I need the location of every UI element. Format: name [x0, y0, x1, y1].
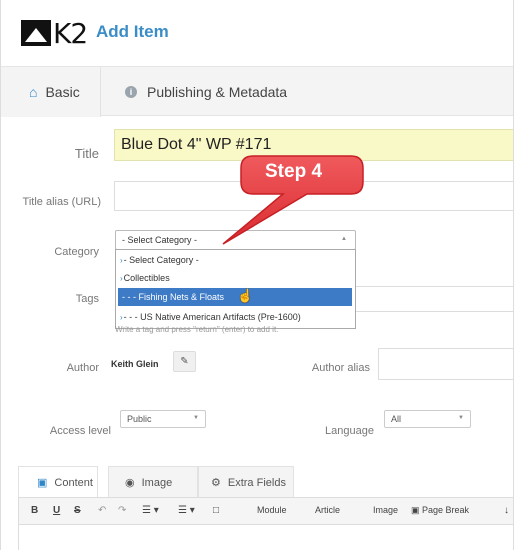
language-label: Language — [325, 425, 374, 437]
paste-icon[interactable]: □ — [213, 505, 219, 516]
k2-logo-icon — [21, 20, 51, 46]
tab-basic-label: Basic — [45, 84, 80, 100]
access-level-value: Public — [127, 414, 152, 424]
tags-label: Tags — [75, 293, 99, 305]
author-name: Keith Glein — [111, 359, 159, 369]
home-icon: ⌂ — [29, 84, 38, 100]
tab-extra-fields[interactable]: ⚙ Extra Fields — [198, 466, 294, 498]
info-icon: i — [125, 86, 137, 98]
page-title: Add Item — [96, 22, 169, 41]
editor-toolbar: B U S ↶ ↷ ☰ ▾ ☰ ▾ □ Module Article Image… — [18, 497, 513, 525]
alias-label: Title alias (URL) — [22, 196, 101, 208]
language-value: All — [391, 414, 402, 424]
tab-bar: ⌂ Basic i Publishing & Metadata — [1, 66, 513, 117]
tab-publishing-metadata[interactable]: i Publishing & Metadata — [119, 67, 287, 117]
tab-content[interactable]: ▣ Content — [18, 466, 98, 498]
category-option-highlighted[interactable]: - - - Fishing Nets & Floats — [118, 288, 352, 306]
tab-extra-fields-label: Extra Fields — [227, 476, 286, 489]
chevron-right-icon: › — [120, 256, 123, 265]
option-label: - Select Category - — [123, 255, 199, 265]
k2-logo: K2 — [21, 16, 88, 50]
bullet-list-icon[interactable]: ☰ ▾ — [142, 505, 159, 516]
logo-text: K2 — [53, 16, 88, 50]
access-level-label: Access level — [49, 425, 111, 437]
page-break-icon: ▣ — [411, 505, 420, 515]
category-label: Category — [54, 246, 99, 258]
read-more-icon[interactable]: ↓ — [504, 505, 509, 516]
tags-input[interactable] — [356, 286, 513, 312]
access-level-select[interactable]: Public ▼ — [120, 410, 206, 428]
author-label: Author — [66, 362, 99, 374]
category-option[interactable]: ›Collectibles — [116, 269, 355, 287]
chevron-down-icon: ▼ — [193, 415, 199, 421]
article-button[interactable]: Article — [315, 505, 340, 515]
callout-text: Step 4 — [265, 161, 323, 182]
image-button[interactable]: Image — [373, 505, 398, 515]
category-selected-value: - Select Category - — [122, 235, 198, 245]
author-alias-input[interactable] — [378, 348, 513, 380]
chevron-down-icon: ▼ — [458, 415, 464, 421]
header: K2 Add Item — [1, 0, 513, 62]
option-label: Collectibles — [123, 273, 170, 283]
step-callout: Step 4 — [201, 148, 381, 248]
tab-content-label: Content — [54, 476, 93, 489]
gear-icon: ⚙ — [211, 477, 221, 489]
tab-image[interactable]: ◉ Image — [108, 466, 198, 498]
author-alias-label: Author alias — [311, 362, 370, 374]
language-select[interactable]: All ▼ — [384, 410, 471, 428]
editor-tabs: ▣ Content ◉ Image ⚙ Extra Fields — [18, 466, 513, 498]
tab-basic[interactable]: ⌂ Basic — [1, 67, 101, 117]
bold-button[interactable]: B — [31, 505, 38, 516]
title-label: Title — [74, 146, 99, 161]
redo-icon[interactable]: ↷ — [118, 505, 126, 516]
tab-image-label: Image — [141, 476, 173, 489]
category-option[interactable]: ›- Select Category - — [116, 251, 355, 269]
underline-button[interactable]: U — [53, 505, 60, 516]
undo-icon[interactable]: ↶ — [98, 505, 106, 516]
chevron-right-icon: › — [120, 274, 123, 283]
pencil-icon: ✎ — [180, 356, 189, 367]
module-button[interactable]: Module — [257, 505, 287, 515]
tags-help-text: Write a tag and press "return" (enter) t… — [115, 325, 279, 334]
category-option[interactable]: ›- - - US Native American Artifacts (Pre… — [116, 308, 355, 326]
strikethrough-button[interactable]: S — [74, 505, 81, 516]
chevron-right-icon: › — [120, 313, 123, 322]
camera-icon: ◉ — [125, 477, 135, 489]
category-dropdown: ›- Select Category - ›Collectibles - - -… — [115, 249, 356, 329]
option-label: - - - US Native American Artifacts (Pre-… — [123, 312, 301, 322]
edit-author-button[interactable]: ✎ — [173, 351, 196, 372]
item-edit-window: K2 Add Item ⌂ Basic i Publishing & Metad… — [0, 0, 514, 550]
hand-cursor-icon: ☝ — [237, 288, 254, 303]
option-label: - - - Fishing Nets & Floats — [122, 292, 225, 302]
editor-body[interactable] — [18, 525, 513, 550]
tab-publishing-label: Publishing & Metadata — [147, 84, 288, 100]
page-break-label: Page Break — [422, 505, 470, 515]
page-break-button[interactable]: ▣ Page Break — [411, 505, 469, 516]
file-icon: ▣ — [37, 477, 48, 489]
numbered-list-icon[interactable]: ☰ ▾ — [178, 505, 195, 516]
